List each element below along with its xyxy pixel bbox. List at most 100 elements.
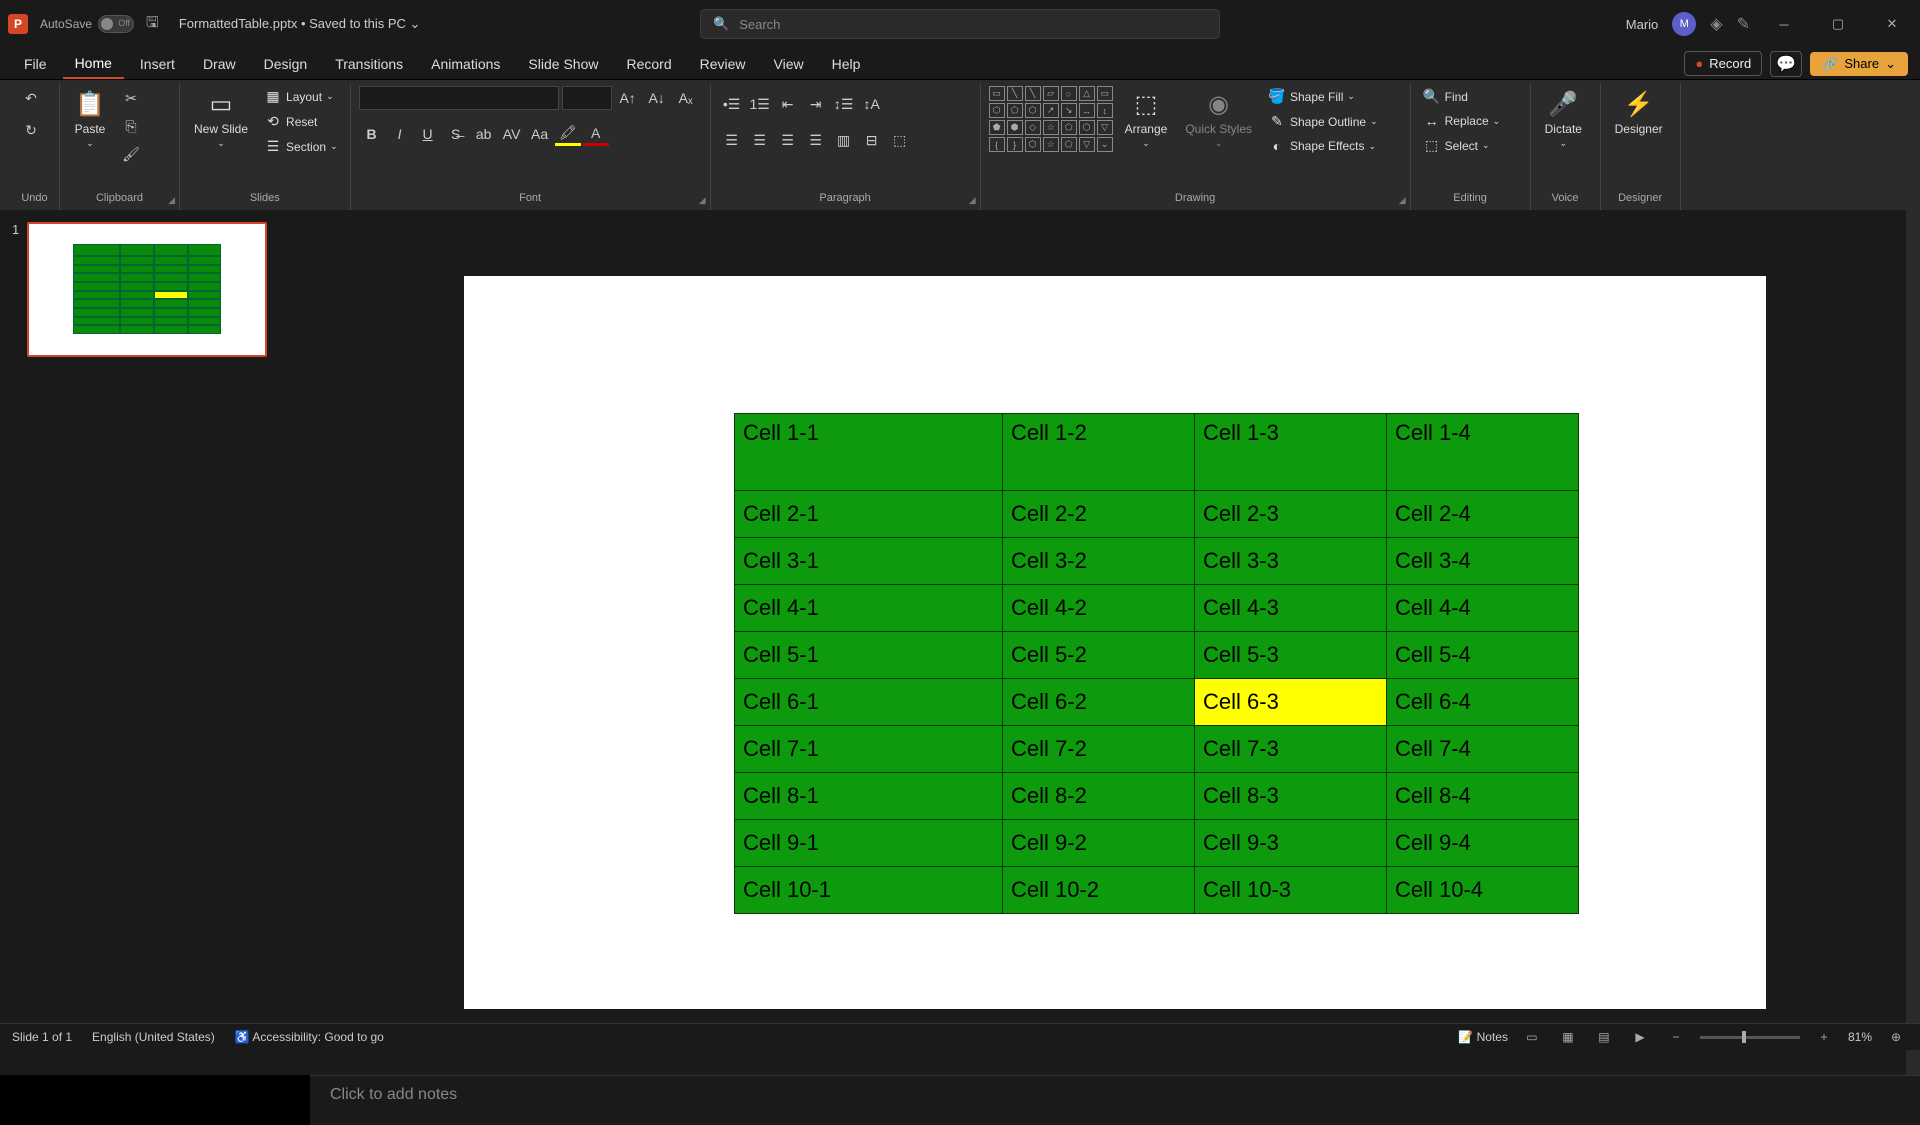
copy-button[interactable]: ⎘ [118, 114, 144, 138]
table-cell[interactable]: Cell 6-4 [1387, 679, 1579, 726]
tab-design[interactable]: Design [252, 50, 320, 78]
accessibility-status[interactable]: ♿ Accessibility: Good to go [235, 1030, 384, 1044]
font-launcher-icon[interactable]: ◢ [699, 195, 706, 206]
clear-formatting-button[interactable]: Aₓ [673, 86, 699, 110]
highlight-button[interactable]: 🖍 [555, 122, 581, 146]
bold-button[interactable]: B [359, 122, 385, 146]
tab-review[interactable]: Review [688, 50, 758, 78]
slide-thumbnail-panel[interactable]: 1 [0, 210, 310, 1075]
increase-indent-button[interactable]: ⇥ [803, 92, 829, 116]
zoom-level[interactable]: 81% [1848, 1030, 1872, 1044]
table-cell[interactable]: Cell 8-4 [1387, 773, 1579, 820]
cut-button[interactable]: ✂ [118, 86, 144, 110]
font-size-input[interactable] [562, 86, 612, 110]
find-button[interactable]: 🔍Find [1419, 86, 1505, 107]
table-cell[interactable]: Cell 8-3 [1195, 773, 1387, 820]
fit-to-window-button[interactable]: ⊕ [1884, 1027, 1908, 1047]
language-status[interactable]: English (United States) [92, 1030, 215, 1044]
table-cell[interactable]: Cell 4-4 [1387, 585, 1579, 632]
tab-help[interactable]: Help [820, 50, 873, 78]
table-cell[interactable]: Cell 7-1 [735, 726, 1003, 773]
reset-button[interactable]: ⟲Reset [260, 111, 342, 132]
table-cell[interactable]: Cell 6-2 [1003, 679, 1195, 726]
user-avatar[interactable]: M [1672, 12, 1696, 36]
table-cell[interactable]: Cell 2-3 [1195, 491, 1387, 538]
paragraph-launcher-icon[interactable]: ◢ [969, 195, 976, 206]
pen-icon[interactable]: ✎ [1737, 14, 1750, 34]
dictate-button[interactable]: 🎤 Dictate⌄ [1539, 86, 1588, 151]
new-slide-button[interactable]: ▭ New Slide⌄ [188, 86, 254, 151]
quick-styles-button[interactable]: ◉ Quick Styles⌄ [1179, 86, 1258, 151]
table-cell[interactable]: Cell 7-2 [1003, 726, 1195, 773]
shadow-button[interactable]: ab [471, 122, 497, 146]
notes-toggle[interactable]: 📝 Notes [1458, 1030, 1508, 1044]
select-button[interactable]: ⬚Select⌄ [1419, 135, 1505, 156]
increase-font-button[interactable]: A↑ [615, 86, 641, 110]
table-cell[interactable]: Cell 7-3 [1195, 726, 1387, 773]
normal-view-button[interactable]: ▭ [1520, 1027, 1544, 1047]
table-cell[interactable]: Cell 3-2 [1003, 538, 1195, 585]
share-button[interactable]: 🔗Share⌄ [1810, 52, 1908, 76]
layout-button[interactable]: ▦Layout⌄ [260, 86, 342, 107]
notes-pane[interactable]: Click to add notes [310, 1075, 1920, 1125]
shape-outline-button[interactable]: ✎Shape Outline⌄ [1264, 111, 1382, 132]
table-cell[interactable]: Cell 4-2 [1003, 585, 1195, 632]
numbering-button[interactable]: 1☰ [747, 92, 773, 116]
reading-view-button[interactable]: ▤ [1592, 1027, 1616, 1047]
table-cell[interactable]: Cell 5-3 [1195, 632, 1387, 679]
underline-button[interactable]: U [415, 122, 441, 146]
font-color-button[interactable]: A [583, 122, 609, 146]
table-cell[interactable]: Cell 9-2 [1003, 820, 1195, 867]
table-cell[interactable]: Cell 9-1 [735, 820, 1003, 867]
table-cell[interactable]: Cell 3-3 [1195, 538, 1387, 585]
tab-animations[interactable]: Animations [419, 50, 512, 78]
zoom-slider[interactable] [1700, 1036, 1800, 1039]
shapes-gallery[interactable]: ▭╲╲▱○△▭ ⬡⬠⬡↗↘↔↕ ⬟⬢◇☆⬠⬡▽ {}⬡☆⬠▽⌄ [989, 86, 1113, 152]
record-button[interactable]: ●Record [1684, 51, 1762, 76]
zoom-out-button[interactable]: − [1664, 1027, 1688, 1047]
minimize-button[interactable]: ─ [1764, 9, 1804, 39]
maximize-button[interactable]: ▢ [1818, 9, 1858, 39]
table-cell[interactable]: Cell 1-3 [1195, 414, 1387, 491]
table-cell[interactable]: Cell 8-1 [735, 773, 1003, 820]
table-cell[interactable]: Cell 10-4 [1387, 867, 1579, 914]
table-cell[interactable]: Cell 6-3 [1195, 679, 1387, 726]
align-text-button[interactable]: ⊟ [859, 128, 885, 152]
tab-home[interactable]: Home [63, 49, 124, 79]
table-cell[interactable]: Cell 10-2 [1003, 867, 1195, 914]
tab-transitions[interactable]: Transitions [323, 50, 415, 78]
diamond-icon[interactable]: ◈ [1710, 14, 1722, 34]
drawing-launcher-icon[interactable]: ◢ [1399, 195, 1406, 206]
table-cell[interactable]: Cell 1-1 [735, 414, 1003, 491]
table-cell[interactable]: Cell 6-1 [735, 679, 1003, 726]
tab-insert[interactable]: Insert [128, 50, 187, 78]
tab-slideshow[interactable]: Slide Show [516, 50, 610, 78]
tab-file[interactable]: File [12, 50, 59, 78]
slideshow-view-button[interactable]: ▶ [1628, 1027, 1652, 1047]
shape-effects-button[interactable]: ◐Shape Effects⌄ [1264, 136, 1382, 156]
table-cell[interactable]: Cell 10-1 [735, 867, 1003, 914]
replace-button[interactable]: ↔Replace⌄ [1419, 111, 1505, 131]
table-cell[interactable]: Cell 2-1 [735, 491, 1003, 538]
tab-record[interactable]: Record [614, 50, 683, 78]
table-cell[interactable]: Cell 5-1 [735, 632, 1003, 679]
table-cell[interactable]: Cell 5-2 [1003, 632, 1195, 679]
zoom-in-button[interactable]: + [1812, 1027, 1836, 1047]
search-input[interactable]: 🔍 Search [700, 9, 1220, 39]
slide-canvas[interactable]: Cell 1-1Cell 1-2Cell 1-3Cell 1-4Cell 2-1… [464, 276, 1766, 1009]
table-cell[interactable]: Cell 8-2 [1003, 773, 1195, 820]
designer-button[interactable]: ⚡ Designer [1609, 86, 1669, 138]
sorter-view-button[interactable]: ▦ [1556, 1027, 1580, 1047]
table-cell[interactable]: Cell 1-2 [1003, 414, 1195, 491]
decrease-indent-button[interactable]: ⇤ [775, 92, 801, 116]
font-name-input[interactable] [359, 86, 559, 110]
table-cell[interactable]: Cell 3-4 [1387, 538, 1579, 585]
spacing-button[interactable]: AV [499, 122, 525, 146]
format-painter-button[interactable]: 🖌 [118, 142, 144, 166]
decrease-font-button[interactable]: A↓ [644, 86, 670, 110]
table-cell[interactable]: Cell 3-1 [735, 538, 1003, 585]
table-cell[interactable]: Cell 2-4 [1387, 491, 1579, 538]
tab-draw[interactable]: Draw [191, 50, 248, 78]
table-cell[interactable]: Cell 4-1 [735, 585, 1003, 632]
toggle-switch[interactable]: Off [98, 15, 134, 33]
